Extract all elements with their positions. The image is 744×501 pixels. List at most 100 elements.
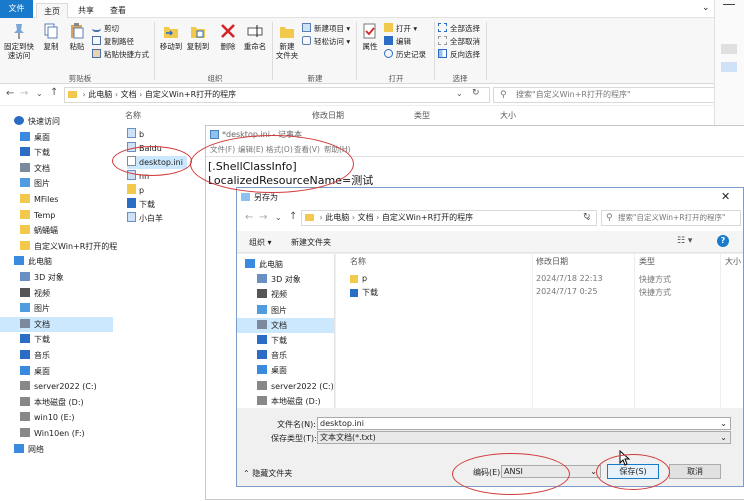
easy-access-button[interactable]: 轻松访问 ▾ bbox=[302, 36, 350, 47]
nav-item[interactable]: 音乐 bbox=[0, 348, 113, 363]
copy-button[interactable]: 复制 bbox=[38, 22, 64, 51]
nav-item[interactable]: server2022 (C:) bbox=[0, 379, 113, 394]
nav-item[interactable]: 快速访问 bbox=[0, 114, 113, 129]
dialog-nav-item[interactable]: 视频 bbox=[237, 287, 334, 302]
file-item-xiaobaiyang[interactable]: 小白羊 bbox=[127, 212, 163, 225]
refresh-icon[interactable]: ↻ bbox=[472, 88, 480, 98]
dialog-header-size[interactable]: 大小 bbox=[725, 256, 741, 267]
properties-button[interactable]: 属性 bbox=[358, 22, 382, 51]
nav-item[interactable]: Temp bbox=[0, 208, 113, 223]
horizontal-scrollbar[interactable] bbox=[237, 408, 743, 416]
dialog-back-arrow-icon[interactable]: ← bbox=[245, 212, 253, 223]
nav-item[interactable]: 文档 bbox=[0, 316, 113, 332]
dialog-nav-item[interactable]: 图片 bbox=[237, 303, 334, 318]
collapse-ribbon-icon[interactable]: ⌄ bbox=[702, 3, 710, 13]
dialog-nav-item[interactable]: 桌面 bbox=[237, 363, 334, 378]
back-arrow-icon[interactable]: ← bbox=[6, 88, 14, 99]
rename-button[interactable]: 重命名 bbox=[240, 22, 270, 51]
nav-item[interactable]: 蜗蛹蝠 bbox=[0, 223, 113, 238]
select-all-button[interactable]: 全部选择 bbox=[438, 23, 480, 34]
nav-item[interactable]: 下载 bbox=[0, 145, 113, 160]
view-options-icon[interactable]: ☷ ▾ bbox=[677, 236, 692, 246]
new-item-button[interactable]: 新建项目 ▾ bbox=[302, 23, 350, 34]
nav-item[interactable]: 网络 bbox=[0, 442, 113, 457]
file-item-p[interactable]: p bbox=[127, 184, 144, 197]
tab-view[interactable]: 查看 bbox=[104, 3, 132, 18]
dialog-nav-item[interactable]: 音乐 bbox=[237, 348, 334, 363]
filetype-select[interactable]: 文本文档(*.txt) ⌄ bbox=[317, 431, 731, 444]
copy-to-button[interactable]: 复制到 bbox=[185, 22, 211, 51]
dialog-new-folder-button[interactable]: 新建文件夹 bbox=[291, 237, 331, 248]
delete-button[interactable]: 删除 bbox=[216, 22, 240, 51]
hide-folders-toggle[interactable]: ⌃ 隐藏文件夹 bbox=[243, 468, 292, 479]
nav-item[interactable]: 桌面 bbox=[0, 364, 113, 379]
column-header-type[interactable]: 类型 bbox=[414, 108, 430, 124]
dialog-breadcrumb-current[interactable]: 自定义Win+R打开的程序 bbox=[382, 213, 473, 222]
nav-item[interactable]: Win10en (F:) bbox=[0, 426, 113, 441]
dialog-close-icon[interactable]: ✕ bbox=[721, 190, 730, 203]
nav-item[interactable]: 本地磁盘 (D:) bbox=[0, 395, 113, 410]
minimize-icon[interactable] bbox=[723, 4, 735, 5]
breadcrumb-current-folder[interactable]: 自定义Win+R打开的程序 bbox=[145, 90, 236, 99]
dialog-recent-icon[interactable]: ⌄ bbox=[275, 213, 282, 222]
dialog-nav-item[interactable]: 文档 bbox=[237, 317, 334, 333]
filename-input[interactable]: desktop.ini ⌄ bbox=[317, 417, 731, 430]
nav-item[interactable]: 桌面 bbox=[0, 130, 113, 145]
nav-item[interactable]: 自定义Win+R打开的程 bbox=[0, 239, 117, 254]
file-item-downloads[interactable]: 下载 bbox=[127, 198, 155, 211]
new-folder-button[interactable]: 新建 文件夹 bbox=[274, 22, 300, 60]
dialog-nav-item[interactable]: 3D 对象 bbox=[237, 272, 334, 287]
dialog-breadcrumb-this-pc[interactable]: 此电脑 bbox=[325, 213, 349, 222]
edit-button[interactable]: 编辑 bbox=[384, 36, 411, 47]
address-path-box[interactable]: › 此电脑 › 文档 › 自定义Win+R打开的程序 bbox=[64, 87, 490, 103]
copy-path-button[interactable]: 复制路径 bbox=[92, 36, 134, 47]
dialog-header-date[interactable]: 修改日期 bbox=[536, 256, 568, 267]
tab-file[interactable]: 文件 bbox=[0, 0, 33, 18]
nav-item[interactable]: 视频 bbox=[0, 286, 113, 301]
dialog-file-row[interactable]: 下载 2024/7/17 0:25 快捷方式 bbox=[350, 287, 740, 299]
dialog-search-box[interactable]: ⚲ 搜索"自定义Win+R打开的程序" bbox=[601, 210, 741, 226]
nav-item[interactable]: MFiles bbox=[0, 192, 113, 207]
dialog-file-row[interactable]: p 2024/7/18 22:13 快捷方式 bbox=[350, 274, 740, 286]
dialog-header-type[interactable]: 类型 bbox=[639, 256, 655, 267]
dialog-nav-item[interactable]: 下载 bbox=[237, 333, 334, 348]
nav-item[interactable]: 下载 bbox=[0, 332, 113, 347]
open-button[interactable]: 打开 ▾ bbox=[384, 23, 417, 34]
paste-shortcut-button[interactable]: 粘贴快捷方式 bbox=[92, 49, 149, 60]
cut-button[interactable]: 剪切 bbox=[92, 23, 119, 34]
up-arrow-icon[interactable]: ↑ bbox=[50, 87, 58, 98]
column-header-size[interactable]: 大小 bbox=[500, 108, 516, 124]
history-button[interactable]: 历史记录 bbox=[384, 49, 426, 60]
nav-item[interactable]: 此电脑 bbox=[0, 254, 113, 269]
recent-dropdown-icon[interactable]: ⌄ bbox=[36, 89, 43, 98]
nav-item[interactable]: 图片 bbox=[0, 176, 113, 191]
nav-item[interactable]: win10 (E:) bbox=[0, 410, 113, 425]
dialog-up-arrow-icon[interactable]: ↑ bbox=[289, 211, 297, 222]
dialog-nav-item[interactable]: server2022 (C:) bbox=[237, 379, 334, 394]
column-header-date[interactable]: 修改日期 bbox=[312, 108, 344, 124]
invert-selection-button[interactable]: 反向选择 bbox=[438, 49, 480, 60]
dialog-header-name[interactable]: 名称 bbox=[350, 256, 366, 267]
column-header-name[interactable]: 名称 bbox=[125, 108, 141, 124]
nav-item[interactable]: 3D 对象 bbox=[0, 270, 113, 285]
breadcrumb-this-pc[interactable]: 此电脑 bbox=[88, 90, 112, 99]
nav-item[interactable]: 图片 bbox=[0, 301, 113, 316]
dialog-nav-item[interactable]: 此电脑 bbox=[237, 257, 334, 272]
pin-quick-access-button[interactable]: 固定到快速访问 bbox=[2, 22, 36, 60]
dialog-path-box[interactable]: › 此电脑 › 文档 › 自定义Win+R打开的程序 bbox=[301, 210, 597, 226]
cancel-button[interactable]: 取消 bbox=[669, 464, 721, 479]
dialog-forward-arrow-icon[interactable]: → bbox=[259, 212, 267, 223]
file-item-b[interactable]: b bbox=[127, 128, 144, 141]
dialog-breadcrumb-documents[interactable]: 文档 bbox=[358, 213, 374, 222]
search-box[interactable]: ⚲ 搜索"自定义Win+R打开的程序" bbox=[493, 87, 744, 103]
dialog-refresh-icon[interactable]: ↻ bbox=[583, 212, 591, 222]
move-to-button[interactable]: 移动到 bbox=[158, 22, 184, 51]
nav-item[interactable]: 文档 bbox=[0, 161, 113, 176]
dialog-organize-button[interactable]: 组织 ▾ bbox=[249, 237, 272, 248]
forward-arrow-icon[interactable]: → bbox=[20, 88, 28, 99]
breadcrumb-documents[interactable]: 文档 bbox=[121, 90, 137, 99]
paste-button[interactable]: 粘贴 bbox=[64, 22, 90, 51]
tab-home[interactable]: 主页 bbox=[36, 3, 68, 18]
tab-share[interactable]: 共享 bbox=[72, 3, 100, 18]
path-dropdown-icon[interactable]: ⌄ bbox=[456, 89, 463, 98]
